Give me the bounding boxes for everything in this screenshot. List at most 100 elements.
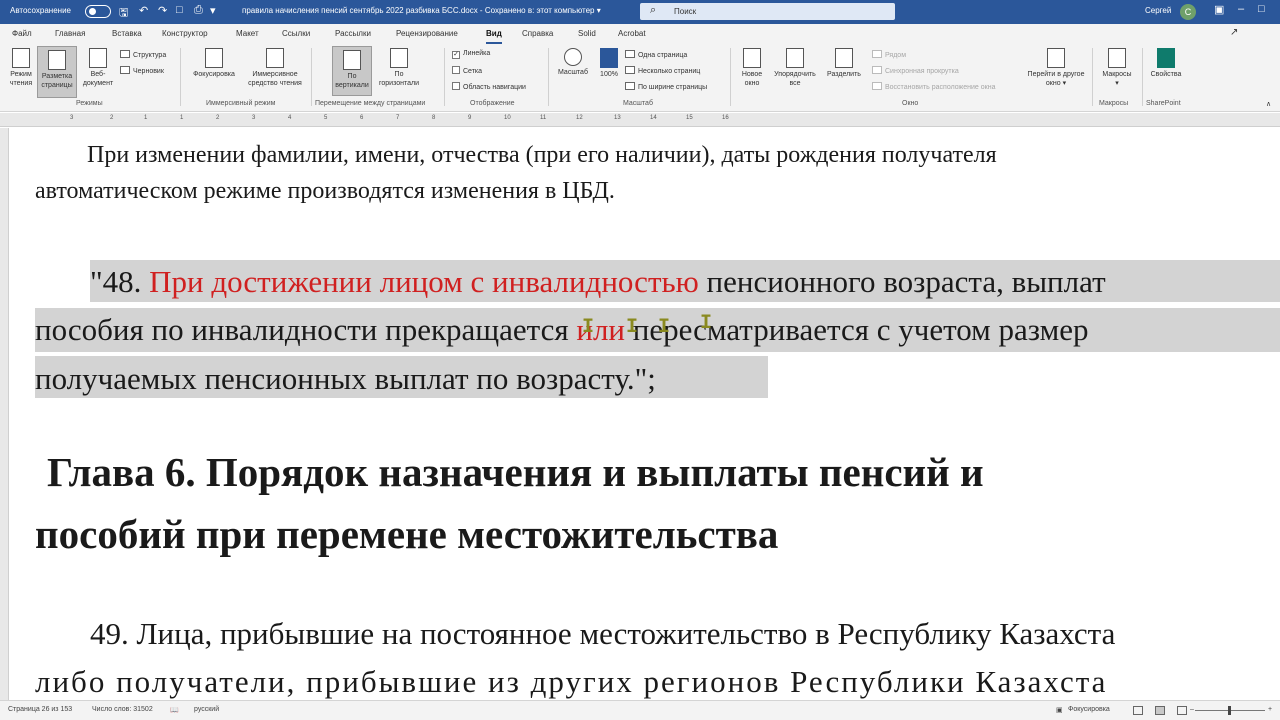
- paragraph-48-line-3: получаемых пенсионных выплат по возрасту…: [35, 361, 656, 396]
- horizontal-scroll-button[interactable]: По горизонтали: [376, 48, 422, 88]
- read-mode-button[interactable]: Режим чтения: [6, 48, 36, 88]
- sync-scroll-button[interactable]: Синхронная прокрутка: [872, 66, 959, 75]
- group-label-macros: Макросы: [1099, 100, 1129, 107]
- split-button[interactable]: Разделить: [822, 48, 866, 79]
- draft-icon: [120, 66, 130, 74]
- horizontal-pages-icon: [390, 48, 408, 68]
- zoom-out-icon[interactable]: –: [1190, 706, 1194, 713]
- page-width-icon: [625, 82, 635, 90]
- side-by-side-button[interactable]: Рядом: [872, 50, 906, 59]
- outline-icon: [120, 50, 130, 58]
- ribbon: Режим чтения Разметка страницы Веб-докум…: [0, 44, 1280, 112]
- tab-review[interactable]: Рецензирование: [396, 29, 458, 38]
- group-label-page-movement: Перемещение между страницами: [315, 100, 426, 107]
- ruler-number: 16: [722, 115, 729, 121]
- switch-windows-button[interactable]: Перейти в другое окно ▾: [1026, 48, 1086, 88]
- focus-icon: [205, 48, 223, 68]
- web-layout-icon[interactable]: [1177, 706, 1187, 715]
- tab-view[interactable]: Вид: [486, 29, 502, 44]
- draft-button[interactable]: Черновик: [120, 66, 164, 75]
- tab-help[interactable]: Справка: [522, 29, 553, 38]
- ruler-checkbox[interactable]: ✓ Линейка: [452, 50, 490, 59]
- undo-icon[interactable]: ↶: [139, 4, 148, 17]
- print-icon[interactable]: ⎙: [194, 4, 203, 17]
- language[interactable]: русский: [194, 706, 219, 713]
- one-page-icon: [625, 50, 635, 58]
- vertical-ruler[interactable]: [0, 128, 9, 700]
- tab-mailings[interactable]: Рассылки: [335, 29, 371, 38]
- vertical-scroll-button[interactable]: По вертикали: [332, 46, 372, 96]
- chapter-heading: пособий при перемене местожительства: [35, 511, 779, 557]
- macros-button[interactable]: Макросы ▾: [1096, 48, 1138, 88]
- arrange-all-button[interactable]: Упорядочить все: [768, 48, 822, 88]
- tab-acrobat[interactable]: Acrobat: [618, 29, 646, 38]
- minimize-icon[interactable]: –: [1238, 3, 1244, 15]
- paragraph-48-line-1: "48. При достижении лицом с инвалидность…: [90, 264, 1106, 299]
- side-by-side-icon: [872, 50, 882, 58]
- share-icon[interactable]: ↗: [1230, 27, 1238, 38]
- page-width-button[interactable]: По ширине страницы: [625, 82, 707, 91]
- touch-mode-icon[interactable]: □: [176, 4, 183, 16]
- autosave-label: Автосохранение: [10, 6, 71, 15]
- document-title: правила начисления пенсий сентябрь 2022 …: [242, 6, 601, 15]
- user-name[interactable]: Сергей: [1145, 6, 1171, 15]
- proofing-icon[interactable]: 📖: [170, 706, 179, 714]
- switch-windows-icon: [1047, 48, 1065, 68]
- arrange-all-icon: [786, 48, 804, 68]
- ribbon-display-icon[interactable]: ▣: [1214, 3, 1224, 16]
- zoom-slider-thumb[interactable]: [1228, 706, 1231, 715]
- zoom-in-icon[interactable]: +: [1268, 706, 1272, 713]
- tab-insert[interactable]: Вставка: [112, 29, 142, 38]
- search-box[interactable]: ⌕ Поиск: [640, 3, 895, 20]
- focus-button[interactable]: Фокусировка: [186, 48, 242, 79]
- one-page-button[interactable]: Одна страница: [625, 50, 687, 59]
- gridlines-checkbox[interactable]: Сетка: [452, 66, 482, 75]
- immersive-reader-button[interactable]: Иммерсивное средство чтения: [244, 48, 306, 88]
- tab-file[interactable]: Файл: [12, 29, 32, 38]
- outline-button[interactable]: Структура: [120, 50, 166, 59]
- sync-scroll-icon: [872, 66, 882, 74]
- focus-mode-button[interactable]: Фокусировка: [1068, 706, 1110, 713]
- hundred-icon: [600, 48, 618, 68]
- paragraph-line: автоматическом режиме производятся измен…: [35, 178, 615, 204]
- web-layout-button[interactable]: Веб-документ: [80, 48, 116, 88]
- properties-button[interactable]: Свойства: [1146, 48, 1186, 79]
- ruler-number: 2: [110, 115, 114, 121]
- reset-position-icon: [872, 82, 882, 90]
- reset-window-position-button[interactable]: Восстановить расположение окна: [872, 82, 995, 91]
- focus-icon[interactable]: ▣: [1056, 706, 1063, 714]
- redo-icon[interactable]: ↷: [158, 4, 167, 17]
- ruler-number: 1: [144, 115, 148, 121]
- avatar[interactable]: С: [1180, 4, 1196, 20]
- book-icon: [12, 48, 30, 68]
- tab-references[interactable]: Ссылки: [282, 29, 310, 38]
- nav-pane-checkbox[interactable]: Область навигации: [452, 82, 526, 91]
- paragraph-49-line-2: либо получатели, прибывшие из других рег…: [35, 664, 1108, 699]
- page-count[interactable]: Страница 26 из 153: [8, 706, 72, 713]
- split-icon: [835, 48, 853, 68]
- ruler-number: 2: [216, 115, 220, 121]
- zoom-button[interactable]: Масштаб: [553, 48, 593, 77]
- document-page[interactable]: При изменении фамилии, имени, отчества (…: [10, 128, 1280, 700]
- zoom-100-button[interactable]: 100%: [597, 48, 621, 79]
- tab-layout[interactable]: Макет: [236, 29, 259, 38]
- customize-qat-icon[interactable]: ▾: [210, 4, 216, 17]
- group-label-modes: Режимы: [76, 100, 103, 107]
- new-window-button[interactable]: Новое окно: [736, 48, 768, 88]
- tab-design[interactable]: Конструктор: [162, 29, 208, 38]
- ruler-number: 11: [540, 115, 547, 121]
- print-layout-button[interactable]: Разметка страницы: [37, 46, 77, 98]
- read-mode-icon[interactable]: [1133, 706, 1143, 715]
- maximize-icon[interactable]: □: [1258, 3, 1265, 15]
- autosave-toggle[interactable]: [85, 5, 111, 18]
- save-icon[interactable]: 🖫: [119, 4, 128, 23]
- tab-home[interactable]: Главная: [55, 29, 85, 38]
- multiple-pages-button[interactable]: Несколько страниц: [625, 66, 700, 75]
- tab-solid[interactable]: Solid: [578, 29, 596, 38]
- horizontal-ruler[interactable]: 3 2 1 1 2 3 4 5 6 7 8 9 10 11 12 13 14 1…: [0, 113, 1280, 127]
- chapter-heading: Глава 6. Порядок назначения и выплаты пе…: [47, 449, 984, 495]
- word-count[interactable]: Число слов: 31502: [92, 706, 153, 713]
- text-cursor-icon: I: [658, 316, 671, 339]
- print-layout-icon[interactable]: [1155, 706, 1165, 715]
- collapse-ribbon-icon[interactable]: ∧: [1266, 100, 1271, 108]
